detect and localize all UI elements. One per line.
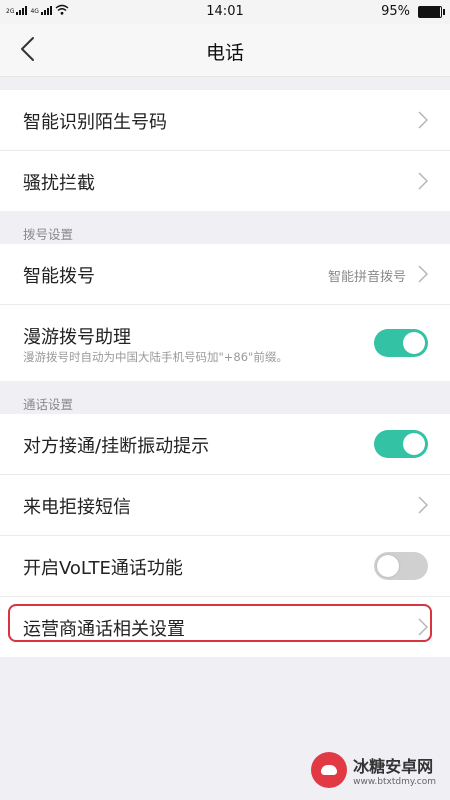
row-label: 漫游拨号助理 (23, 327, 131, 348)
watermark-url: www.btxtdmy.com (353, 777, 436, 787)
row-label: 开启VoLTE通话功能 (23, 558, 183, 579)
watermark-title: 冰糖安卓网 (353, 757, 434, 776)
battery-status: 95% (381, 4, 445, 19)
toggle-knob (403, 433, 425, 455)
vibration-row: 对方接通/挂断振动提示 (0, 414, 450, 475)
smart-dial-row[interactable]: 智能拨号 智能拼音拨号 (0, 244, 450, 305)
harassment-block-row[interactable]: 骚扰拦截 (0, 151, 450, 211)
toggle-knob (377, 555, 399, 577)
dial-group: 智能拨号 智能拼音拨号 漫游拨号助理 漫游拨号时自动为中国大陆手机号码加"+86… (0, 244, 450, 381)
row-label: 来电拒接短信 (23, 497, 131, 518)
section-header-call: 通话设置 (23, 397, 74, 412)
chevron-right-icon (418, 265, 428, 283)
watermark-text: 冰糖安卓网 www.btxtdmy.com (353, 753, 436, 787)
row-label: 对方接通/挂断振动提示 (23, 436, 210, 457)
watermark: 冰糖安卓网 www.btxtdmy.com (311, 752, 436, 788)
row-description: 漫游拨号时自动为中国大陆手机号码加"+86"前缀。 (23, 350, 288, 364)
roaming-assistant-row: 漫游拨号助理 漫游拨号时自动为中国大陆手机号码加"+86"前缀。 (0, 305, 450, 381)
row-label: 骚扰拦截 (23, 173, 95, 194)
battery-fill (419, 6, 440, 17)
volte-row: 开启VoLTE通话功能 (0, 536, 450, 597)
reject-sms-row[interactable]: 来电拒接短信 (0, 475, 450, 536)
nav-bar: 电话 (0, 24, 450, 77)
volte-toggle[interactable] (374, 552, 428, 580)
section-header-dial: 拨号设置 (23, 227, 74, 242)
general-group: 智能识别陌生号码 骚扰拦截 (0, 90, 450, 211)
highlight-box (8, 604, 432, 642)
row-label: 智能识别陌生号码 (23, 112, 167, 133)
chevron-right-icon (418, 172, 428, 190)
battery-icon (418, 5, 445, 18)
smart-identify-row[interactable]: 智能识别陌生号码 (0, 90, 450, 151)
vibration-toggle[interactable] (374, 430, 428, 458)
toggle-knob (403, 332, 425, 354)
battery-percent: 95% (381, 4, 410, 19)
page-title: 电话 (205, 42, 244, 64)
watermark-logo-icon (311, 752, 348, 788)
chevron-right-icon (418, 496, 428, 514)
status-bar: 2G 4G 14:01 95% (0, 0, 450, 24)
chevron-right-icon (418, 111, 428, 129)
roaming-toggle[interactable] (374, 329, 428, 357)
row-label: 智能拨号 (23, 266, 95, 287)
row-value: 智能拼音拨号 (327, 270, 406, 285)
